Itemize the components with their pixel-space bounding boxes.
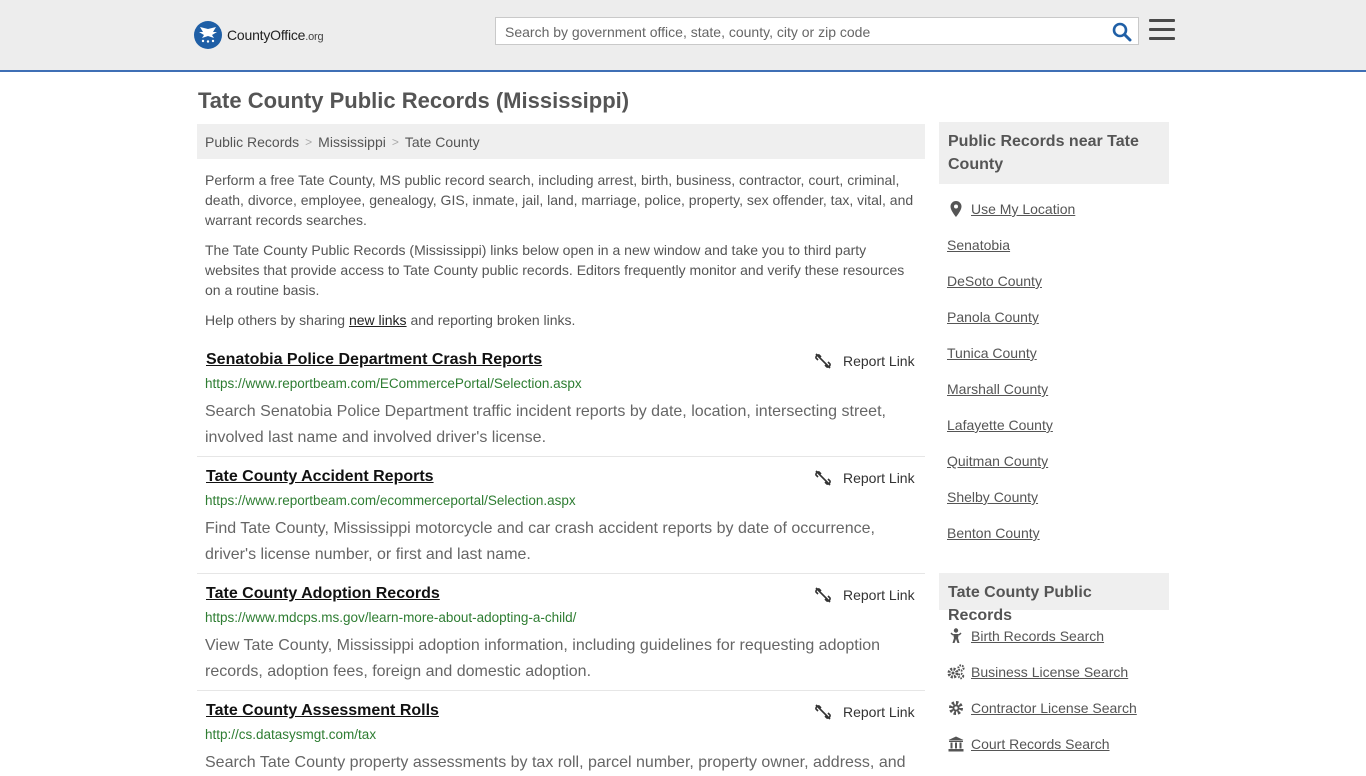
result-item: Tate County Accident Reports Report Link… [197,468,925,574]
business-license-label: Business License Search [971,664,1129,680]
search-input[interactable] [503,18,1107,46]
result-url: https://www.reportbeam.com/ecommerceport… [205,493,576,508]
result-url: https://www.reportbeam.com/ECommercePort… [205,376,582,391]
gears-icon [947,664,965,680]
result-item: Tate County Assessment Rolls Report Link… [197,702,925,771]
broken-link-icon [815,353,831,369]
page-title: Tate County Public Records (Mississippi) [198,88,630,113]
nearby-link-desoto-county[interactable]: DeSoto County [947,273,1042,289]
result-description: Search Tate County property assessments … [205,754,906,771]
new-links-link[interactable]: new links [349,312,407,328]
report-link-button[interactable]: Report Link [815,353,915,369]
breadcrumb-separator-icon: > [305,134,313,149]
result-description: Find Tate County, Mississippi motorcycle… [205,520,875,563]
nearby-link-tunica-county[interactable]: Tunica County [947,345,1037,361]
share-text-before: Help others by sharing [205,312,349,328]
report-link-button[interactable]: Report Link [815,704,915,720]
baby-icon [947,628,965,644]
contractor-license-link[interactable]: Contractor License Search [947,700,1137,716]
logo-text: CountyOffice.org [227,27,324,43]
nearby-link-lafayette-county[interactable]: Lafayette County [947,417,1053,433]
eagle-logo-icon [194,21,222,49]
nearby-link-senatobia[interactable]: Senatobia [947,237,1010,253]
breadcrumb-mississippi[interactable]: Mississippi [318,134,386,150]
breadcrumb-tate-county: Tate County [404,133,480,150]
gear-icon [947,700,965,716]
nearby-link-panola-county[interactable]: Panola County [947,309,1039,325]
court-records-link[interactable]: Court Records Search [947,736,1110,752]
broken-link-icon [815,587,831,603]
logo-brand: CountyOffice [227,27,306,43]
intro-paragraph: Perform a free Tate County, MS public re… [205,172,914,228]
contractor-license-label: Contractor License Search [971,700,1137,716]
county-records-heading: Tate County Public Records [939,573,1169,624]
top-bar: CountyOffice.org [0,0,1366,72]
report-link-label: Report Link [843,353,915,369]
nearby-link-marshall-county[interactable]: Marshall County [947,381,1048,397]
breadcrumb-separator-icon: > [391,134,399,149]
broken-link-icon [815,704,831,720]
report-link-label: Report Link [843,587,915,603]
result-item: Tate County Adoption Records Report Link… [197,585,925,691]
birth-records-link[interactable]: Birth Records Search [947,628,1104,644]
broken-link-icon [815,470,831,486]
business-license-link[interactable]: Business License Search [947,664,1128,680]
nearby-records-heading: Public Records near Tate County [939,122,1169,184]
report-link-label: Report Link [843,470,915,486]
result-description: View Tate County, Mississippi adoption i… [205,637,881,680]
nearby-link-benton-county[interactable]: Benton County [947,525,1040,541]
breadcrumb: Public Records > Mississippi > Tate Coun… [197,124,925,159]
breadcrumb-public-records[interactable]: Public Records [205,134,299,150]
use-my-location-link[interactable]: Use My Location [947,201,1075,217]
report-link-label: Report Link [843,704,915,720]
search-icon[interactable] [1112,22,1132,42]
logo-tld: .org [305,31,324,43]
result-item: Senatobia Police Department Crash Report… [197,351,925,457]
nearby-link-quitman-county[interactable]: Quitman County [947,453,1048,469]
share-links-paragraph: Help others by sharing new links and rep… [205,310,920,330]
courthouse-icon [947,736,965,752]
result-title-link[interactable]: Tate County Adoption Records [206,585,440,603]
disclaimer-paragraph: The Tate County Public Records (Mississi… [205,242,905,298]
report-link-button[interactable]: Report Link [815,587,915,603]
result-title-link[interactable]: Tate County Accident Reports [206,468,434,486]
map-pin-icon [947,201,965,217]
result-url: http://cs.datasysmgt.com/tax [205,727,377,742]
site-logo[interactable]: CountyOffice.org [194,20,324,50]
birth-records-label: Birth Records Search [971,628,1105,644]
result-title-link[interactable]: Tate County Assessment Rolls [206,702,439,720]
result-description: Search Senatobia Police Department traff… [205,403,886,446]
result-title-link[interactable]: Senatobia Police Department Crash Report… [206,351,542,369]
nearby-link-shelby-county[interactable]: Shelby County [947,489,1038,505]
use-my-location-label: Use My Location [971,201,1076,217]
report-link-button[interactable]: Report Link [815,470,915,486]
court-records-label: Court Records Search [971,736,1110,752]
result-url: https://www.mdcps.ms.gov/learn-more-abou… [205,610,577,625]
hamburger-menu-icon[interactable] [1149,19,1175,43]
search-box [495,17,1139,46]
share-text-after: and reporting broken links. [406,312,576,328]
